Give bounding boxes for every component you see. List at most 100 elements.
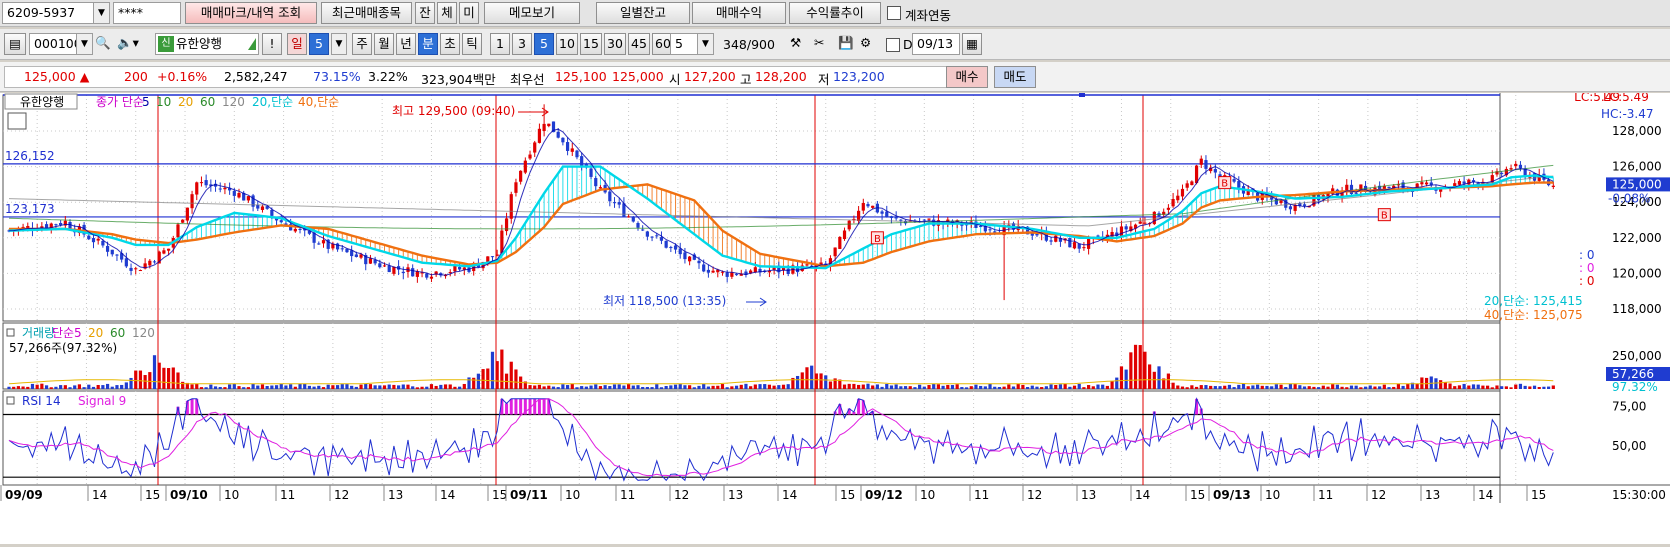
volume-bar [289,384,293,389]
volume-bar [974,384,978,389]
search-icon[interactable]: 🔍 [95,33,115,55]
volume-bar [819,373,823,389]
current-price-label: 125,000 [1612,177,1662,191]
account-link-checkbox[interactable] [887,6,901,20]
volume-bar [1476,384,1480,389]
save-icon[interactable]: 💾 [838,33,860,55]
candle-body [1509,168,1513,170]
interval-30-button[interactable]: 30 [604,33,626,55]
volume-bar [453,386,457,389]
period-day-button[interactable]: 일 [287,33,307,55]
candle-body [1068,238,1072,248]
interval-1-button[interactable]: 1 [490,33,510,55]
alert-button[interactable]: ! [262,33,282,55]
period-value[interactable]: 5 [309,33,329,55]
volume-bar [284,385,288,389]
mi-button[interactable]: 미 [459,2,479,24]
calendar-icon[interactable]: ▦ [962,33,982,55]
volume-bar [1101,384,1105,389]
chevron-down-icon[interactable]: ▼ [76,34,92,54]
x-tick-14: 13 [728,488,743,502]
draw-tool-icon[interactable]: ✂ [814,33,836,55]
candle-body [847,220,851,230]
volume-square-icon [6,328,15,337]
chevron-down-icon[interactable]: ▼ [93,3,109,23]
stock-chart[interactable]: BBB 유한양행 종가 단순5 10 20 60 120 20,단순 40,단순126,152… [0,90,1670,544]
volume-bar [950,385,955,389]
volume-bar [875,384,879,389]
date-checkbox[interactable] [886,38,900,52]
volume-bar [195,383,199,389]
volume-bar [537,384,542,389]
recent-items-button[interactable]: 최근매매종목 [321,2,412,24]
volume-bar [1077,383,1081,389]
volume-bar [1528,386,1532,389]
layout-icon[interactable]: ▤ [4,33,26,55]
candle-body [1199,158,1203,165]
volume-bar [673,384,678,389]
buy-button[interactable]: 매수 [946,66,988,88]
period-5-button[interactable]: 틱 [462,33,482,55]
sell-button[interactable]: 매도 [994,66,1036,88]
candle-body [1349,184,1354,195]
volume-bar [396,385,401,389]
volume-bar [425,386,429,389]
code-select[interactable]: 000100 ▼ [29,33,93,55]
period-2-button[interactable]: 년 [396,33,416,55]
candle-body [1096,235,1100,237]
chart-area[interactable]: BBB 유한양행 종가 단순 5 10 20 60 120 20,단순 40,단순 126,152… [0,90,1670,544]
volume-bar [528,385,532,389]
candle-body [683,252,687,260]
candle-body [894,216,898,219]
x-tick-8: 14 [440,488,455,502]
x-tick-16: 15 [840,488,855,502]
memo-button[interactable]: 메모보기 [484,2,580,24]
candle-body [627,216,631,218]
chevron-down-icon[interactable]: ▼ [331,33,347,55]
interval-5-button[interactable]: 5 [534,33,554,55]
period-1-button[interactable]: 월 [374,33,394,55]
password-field[interactable]: **** [113,2,181,24]
chevron-down-icon[interactable]: ▼ [697,34,713,54]
volume-bar [1138,345,1142,389]
interval-3-button[interactable]: 3 [512,33,532,55]
candle-body [1213,169,1217,173]
candle-body [617,202,621,205]
volume-bar [1434,378,1438,389]
trade-profit-button[interactable]: 매매수익 [692,2,786,24]
period-3-button[interactable]: 분 [418,33,438,55]
interval-45-button[interactable]: 45 [628,33,650,55]
best-label: 최우선 [510,72,545,87]
interval-select[interactable]: 5 ▼ [670,33,714,55]
che-button[interactable]: 체 [437,2,457,24]
volume-bar [1312,386,1316,389]
candle-body [495,254,499,256]
candle-body [673,245,678,250]
volume-bar [1354,385,1358,389]
volume-bar [73,385,77,389]
interval-15-button[interactable]: 15 [580,33,602,55]
volume-bar [1359,387,1363,389]
period-4-button[interactable]: 초 [440,33,460,55]
volume-bar [228,384,232,389]
stock-name-field[interactable]: 신 유한양행 [155,33,259,55]
jan-button[interactable]: 잔 [415,2,435,24]
crosshair-icon[interactable]: ⚒ [790,33,812,55]
daily-balance-button[interactable]: 일별잔고 [596,2,690,24]
candle-body [1237,181,1241,188]
date-field[interactable]: 09/13 [912,33,960,55]
volume-bar [645,387,649,389]
interval-10-button[interactable]: 10 [556,33,578,55]
account-select[interactable]: 6209-5937 ▼ [2,2,110,24]
candle-body [190,194,194,209]
volume-bar [340,384,344,389]
volume-bar [1040,387,1044,389]
speaker-icon[interactable]: 🔈▾ [117,33,147,55]
volume-bar [500,349,504,389]
candle-body [1387,186,1391,189]
period-0-button[interactable]: 주 [352,33,372,55]
profit-trend-button[interactable]: 수익률추이 [789,2,881,24]
gear-icon[interactable]: ⚙ [860,33,882,55]
trade-mark-button[interactable]: 매매마크/내역 조회 [185,2,317,24]
candle-body [199,182,204,184]
